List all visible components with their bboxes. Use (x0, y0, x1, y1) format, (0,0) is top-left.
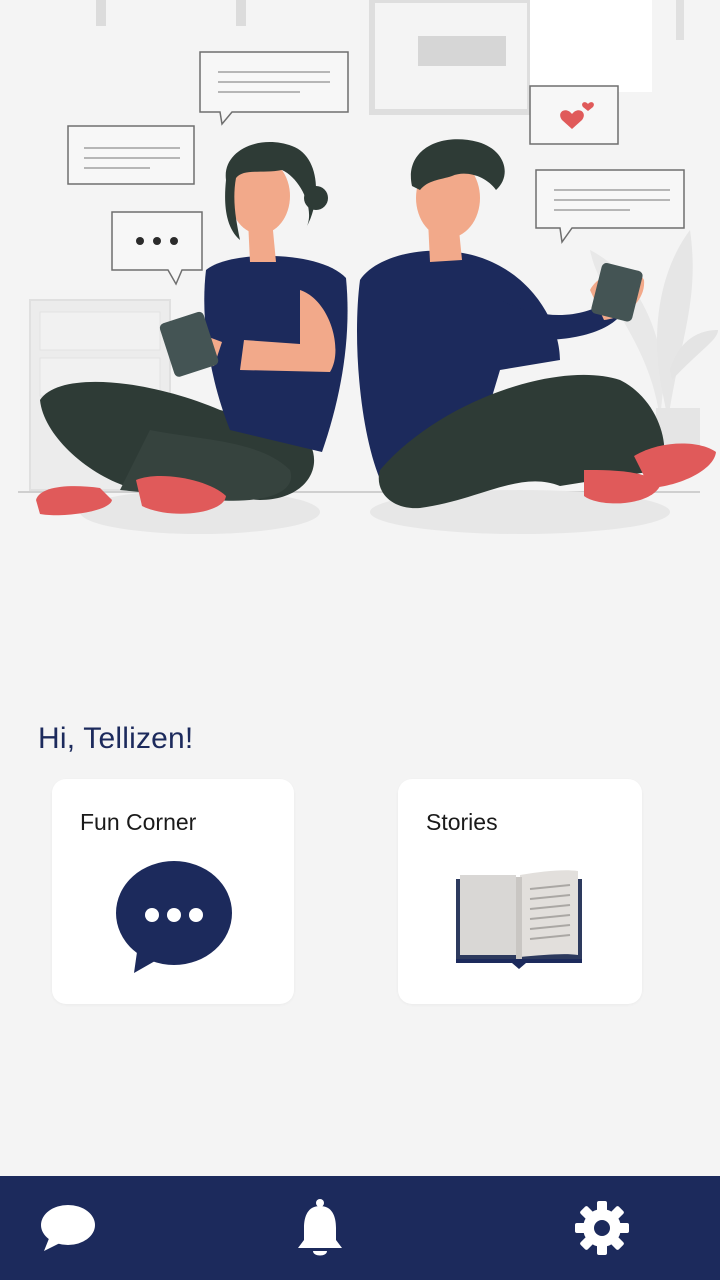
fun-corner-card[interactable]: Fun Corner (52, 779, 294, 1004)
home-screen: Hi, Tellizen! Fun Corner Stories (0, 0, 720, 1280)
chat-bubble-icon (116, 861, 232, 973)
greeting-text: Hi, Tellizen! (38, 722, 194, 755)
couple-chatting-illustration (18, 0, 718, 534)
fun-corner-title: Fun Corner (80, 809, 197, 835)
stories-title: Stories (426, 809, 498, 835)
open-book-icon (456, 870, 582, 969)
gear-icon (575, 1201, 629, 1255)
stories-card[interactable]: Stories (398, 779, 642, 1004)
chat-icon (41, 1205, 95, 1251)
bottom-navigation-bar (0, 1176, 720, 1280)
bell-icon (298, 1199, 342, 1256)
nav-chat-button[interactable] (8, 1176, 128, 1280)
nav-notifications-button[interactable] (260, 1176, 380, 1280)
nav-settings-button[interactable] (542, 1176, 662, 1280)
